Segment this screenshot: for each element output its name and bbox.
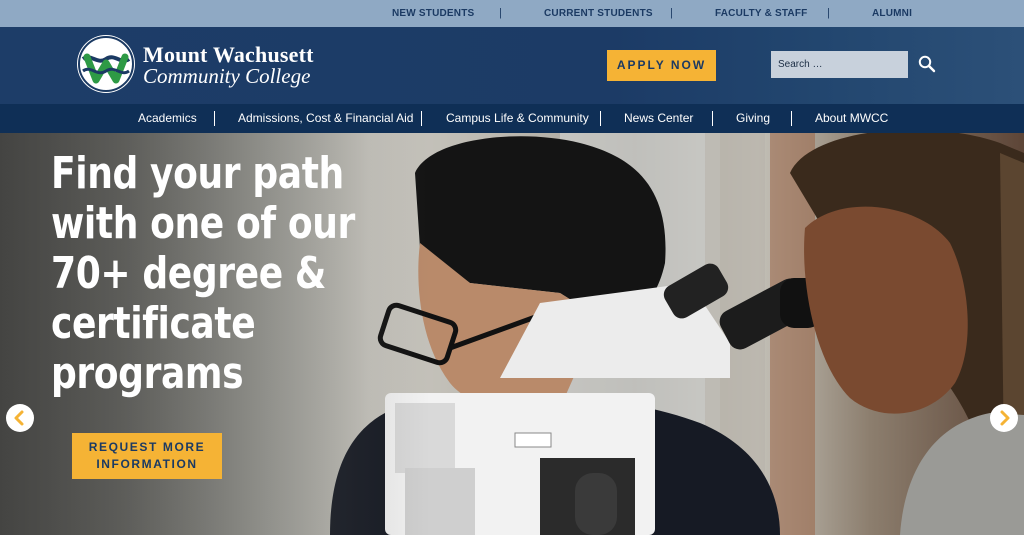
nav-item-news-center[interactable]: News Center [624, 104, 693, 133]
utility-nav: NEW STUDENTS | CURRENT STUDENTS | FACULT… [0, 0, 1024, 27]
nav-separator [712, 111, 713, 126]
nav-item-about[interactable]: About MWCC [815, 104, 888, 133]
nav-separator [600, 111, 601, 126]
utility-link-new-students[interactable]: NEW STUDENTS [392, 0, 474, 27]
site-header: Mount Wachusett Community College APPLY … [0, 27, 1024, 104]
hero-banner: Find your path with one of our 70+ degre… [0, 133, 1024, 535]
college-logo-mark[interactable] [77, 35, 135, 93]
nav-item-giving[interactable]: Giving [736, 104, 770, 133]
chevron-left-icon[interactable] [6, 404, 34, 432]
apply-now-button[interactable]: APPLY NOW [607, 50, 716, 81]
utility-link-faculty-staff[interactable]: FACULTY & STAFF [715, 0, 807, 27]
request-info-button[interactable]: REQUEST MORE INFORMATION [72, 433, 222, 479]
nav-item-admissions[interactable]: Admissions, Cost & Financial Aid [238, 104, 413, 133]
nav-item-campus-life[interactable]: Campus Life & Community [446, 104, 589, 133]
nav-separator [791, 111, 792, 126]
utility-separator: | [499, 7, 502, 19]
nav-item-academics[interactable]: Academics [138, 104, 197, 133]
utility-separator: | [670, 7, 673, 19]
nav-separator [214, 111, 215, 126]
search-icon[interactable] [918, 55, 936, 73]
utility-link-alumni[interactable]: ALUMNI [872, 0, 912, 27]
utility-link-current-students[interactable]: CURRENT STUDENTS [544, 0, 653, 27]
main-nav: Academics Admissions, Cost & Financial A… [0, 104, 1024, 133]
chevron-right-icon[interactable] [990, 404, 1018, 432]
search-input[interactable] [771, 51, 908, 78]
nav-separator [421, 111, 422, 126]
logo-subtitle[interactable]: Community College [143, 64, 310, 89]
utility-separator: | [827, 7, 830, 19]
hero-headline: Find your path with one of our 70+ degre… [51, 148, 355, 399]
